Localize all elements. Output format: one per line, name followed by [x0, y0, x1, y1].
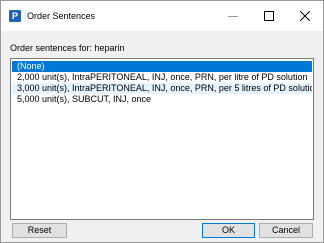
- order-sentences-list[interactable]: (None) 2,000 unit(s), IntraPERITONEAL, I…: [10, 58, 314, 220]
- ok-button[interactable]: OK: [202, 223, 255, 238]
- cancel-button[interactable]: Cancel: [259, 223, 313, 238]
- title-bar[interactable]: P Order Sentences: [1, 1, 323, 31]
- close-button[interactable]: [287, 1, 323, 31]
- list-item[interactable]: 5,000 unit(s), SUBCUT, INJ, once: [12, 94, 312, 105]
- maximize-button[interactable]: [251, 1, 287, 31]
- app-icon: P: [9, 10, 21, 22]
- minimize-icon: [228, 16, 238, 17]
- list-item[interactable]: 2,000 unit(s), IntraPERITONEAL, INJ, onc…: [12, 72, 312, 83]
- reset-button[interactable]: Reset: [12, 223, 67, 238]
- minimize-button[interactable]: [215, 1, 251, 31]
- close-icon: [300, 11, 310, 21]
- list-item[interactable]: (None): [12, 61, 312, 72]
- order-sentences-dialog: P Order Sentences Order sentences for: h…: [0, 0, 324, 243]
- order-sentences-prompt: Order sentences for: heparin: [10, 43, 125, 53]
- maximize-icon: [264, 11, 274, 21]
- list-item[interactable]: 3,000 unit(s), IntraPERITONEAL, INJ, onc…: [12, 83, 312, 94]
- window-title: Order Sentences: [27, 11, 96, 21]
